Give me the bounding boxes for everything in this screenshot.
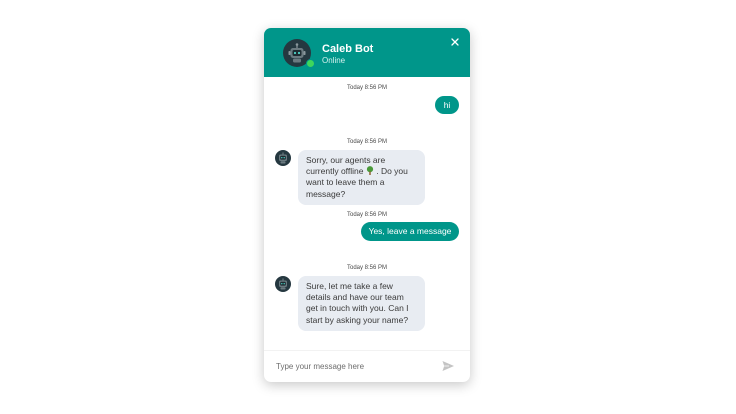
bot-status: Online (322, 56, 346, 65)
robot-icon (279, 152, 287, 164)
tree-icon (366, 166, 373, 176)
bot-name: Caleb Bot (322, 43, 374, 55)
chat-header: Caleb Bot Online (264, 28, 470, 77)
bot-message-bubble: Sure, let me take a few details and have… (298, 276, 425, 331)
bot-message-bubble: Sorry, our agents are currently offline … (298, 150, 425, 205)
message-timestamp: Today 8:56 PM (346, 212, 388, 218)
robot-icon (279, 278, 287, 290)
send-button[interactable] (441, 359, 455, 373)
user-message-bubble: Yes, leave a message (361, 222, 459, 241)
close-icon (451, 38, 459, 46)
online-status-dot (306, 59, 315, 68)
message-timestamp: Today 8:56 PM (346, 139, 388, 145)
user-message-bubble: hi (435, 96, 459, 114)
message-timestamp: Today 8:56 PM (346, 85, 388, 91)
message-timestamp: Today 8:56 PM (346, 265, 388, 271)
chat-widget: Caleb Bot Online Today 8:56 PM hi Today … (264, 28, 470, 382)
send-icon (442, 361, 454, 371)
bot-message-avatar (275, 276, 291, 292)
message-input[interactable] (276, 358, 426, 374)
bot-message-avatar (275, 150, 291, 166)
composer-divider (264, 350, 470, 351)
close-button[interactable] (448, 35, 462, 49)
